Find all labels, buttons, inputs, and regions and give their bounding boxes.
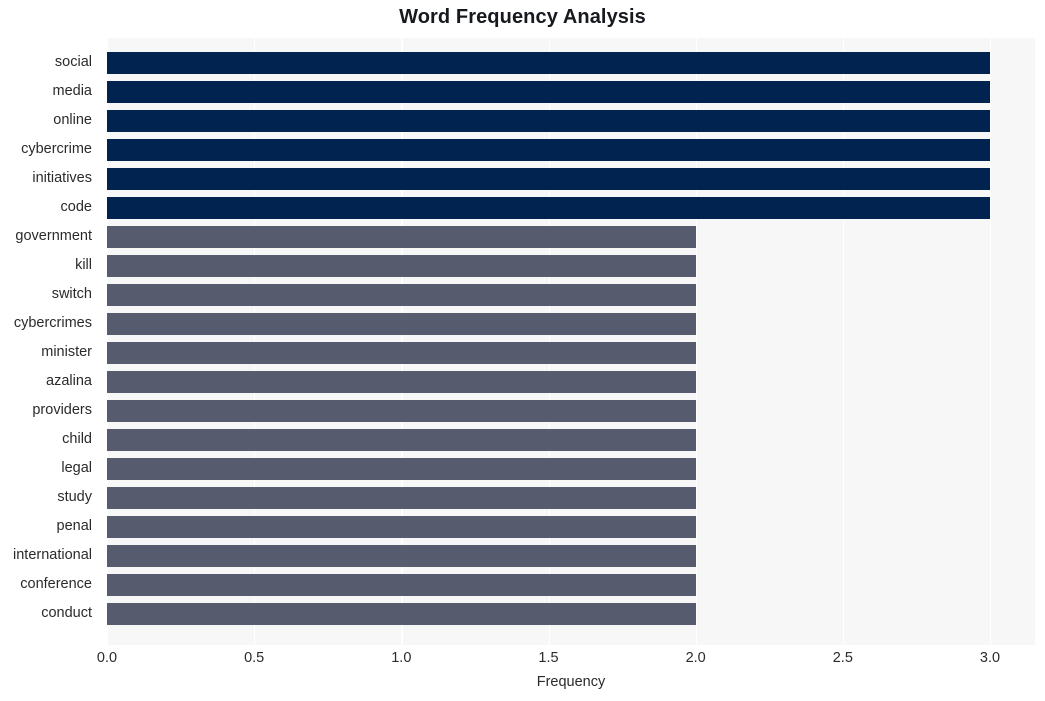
x-tick-label-3.0: 3.0 [979, 650, 1001, 666]
bar-providers [107, 400, 696, 423]
plot-area [107, 38, 1035, 645]
y-tick-label-government: government [15, 228, 92, 245]
bar-conference [107, 574, 696, 597]
bar-conduct [107, 603, 696, 626]
chart-title: Word Frequency Analysis [399, 6, 646, 28]
y-tick-label-cybercrime: cybercrime [21, 141, 92, 158]
bar-row [107, 139, 1035, 162]
bar-row [107, 516, 1035, 539]
bar-row [107, 342, 1035, 365]
bar-cybercrime [107, 139, 990, 162]
bar-cybercrimes [107, 313, 696, 336]
y-tick-label-child: child [62, 431, 92, 448]
bar-row [107, 81, 1035, 104]
y-tick-label-conduct: conduct [41, 605, 92, 622]
y-tick-label-providers: providers [32, 402, 92, 419]
bar-row [107, 226, 1035, 249]
x-tick-label-1.0: 1.0 [391, 650, 412, 666]
x-tick-label-2.5: 2.5 [832, 650, 853, 666]
y-tick-label-code: code [60, 199, 92, 216]
bar-switch [107, 284, 696, 307]
bar-international [107, 545, 696, 568]
y-tick-label-cybercrimes: cybercrimes [13, 315, 92, 332]
y-axis-tick-labels: social media online cybercrime initiatives co… [0, 38, 100, 645]
y-tick-label-penal: penal [56, 518, 92, 535]
bar-row [107, 458, 1035, 481]
bar-social [107, 52, 990, 75]
y-tick-label-social: social [54, 54, 92, 71]
bar-row [107, 603, 1035, 626]
x-axis-tick-labels: 0.0 0.5 1.0 1.5 2.0 2.5 3.0 [0, 650, 1045, 674]
bar-row [107, 110, 1035, 133]
bar-row [107, 313, 1035, 336]
bar-row [107, 487, 1035, 510]
bar-row [107, 255, 1035, 278]
x-tick-label-2.0: 2.0 [685, 650, 706, 666]
bar-row [107, 52, 1035, 75]
bar-legal [107, 458, 696, 481]
bar-code [107, 197, 990, 220]
bar-initiatives [107, 168, 990, 191]
bar-azalina [107, 371, 696, 394]
bar-row [107, 429, 1035, 452]
bar-row [107, 574, 1035, 597]
bar-row [107, 197, 1035, 220]
bar-media [107, 81, 990, 104]
y-tick-label-conference: conference [20, 576, 92, 593]
y-tick-label-media: media [52, 83, 93, 100]
bar-row [107, 545, 1035, 568]
y-tick-label-azalina: azalina [46, 373, 92, 390]
x-tick-label-0.0: 0.0 [96, 650, 118, 666]
bar-row [107, 168, 1035, 191]
chart-figure: Word Frequency Analysis social media onlin… [0, 0, 1045, 701]
bar-government [107, 226, 696, 249]
bar-row [107, 371, 1035, 394]
x-tick-label-1.5: 1.5 [538, 650, 559, 666]
y-tick-label-study: study [57, 489, 92, 506]
bar-study [107, 487, 696, 510]
bar-kill [107, 255, 696, 278]
bar-row [107, 400, 1035, 423]
y-tick-label-legal: legal [61, 460, 92, 477]
x-tick-label-0.5: 0.5 [244, 650, 265, 666]
bar-child [107, 429, 696, 452]
y-tick-label-minister: minister [41, 344, 92, 361]
bar-row [107, 284, 1035, 307]
bar-penal [107, 516, 696, 539]
y-tick-label-online: online [53, 112, 92, 129]
y-tick-label-international: international [13, 547, 92, 564]
y-tick-label-initiatives: initiatives [32, 170, 92, 187]
x-axis-label: Frequency [536, 674, 606, 690]
bar-minister [107, 342, 696, 365]
y-tick-label-kill: kill [75, 257, 92, 274]
y-tick-label-switch: switch [51, 286, 92, 303]
bar-online [107, 110, 990, 133]
